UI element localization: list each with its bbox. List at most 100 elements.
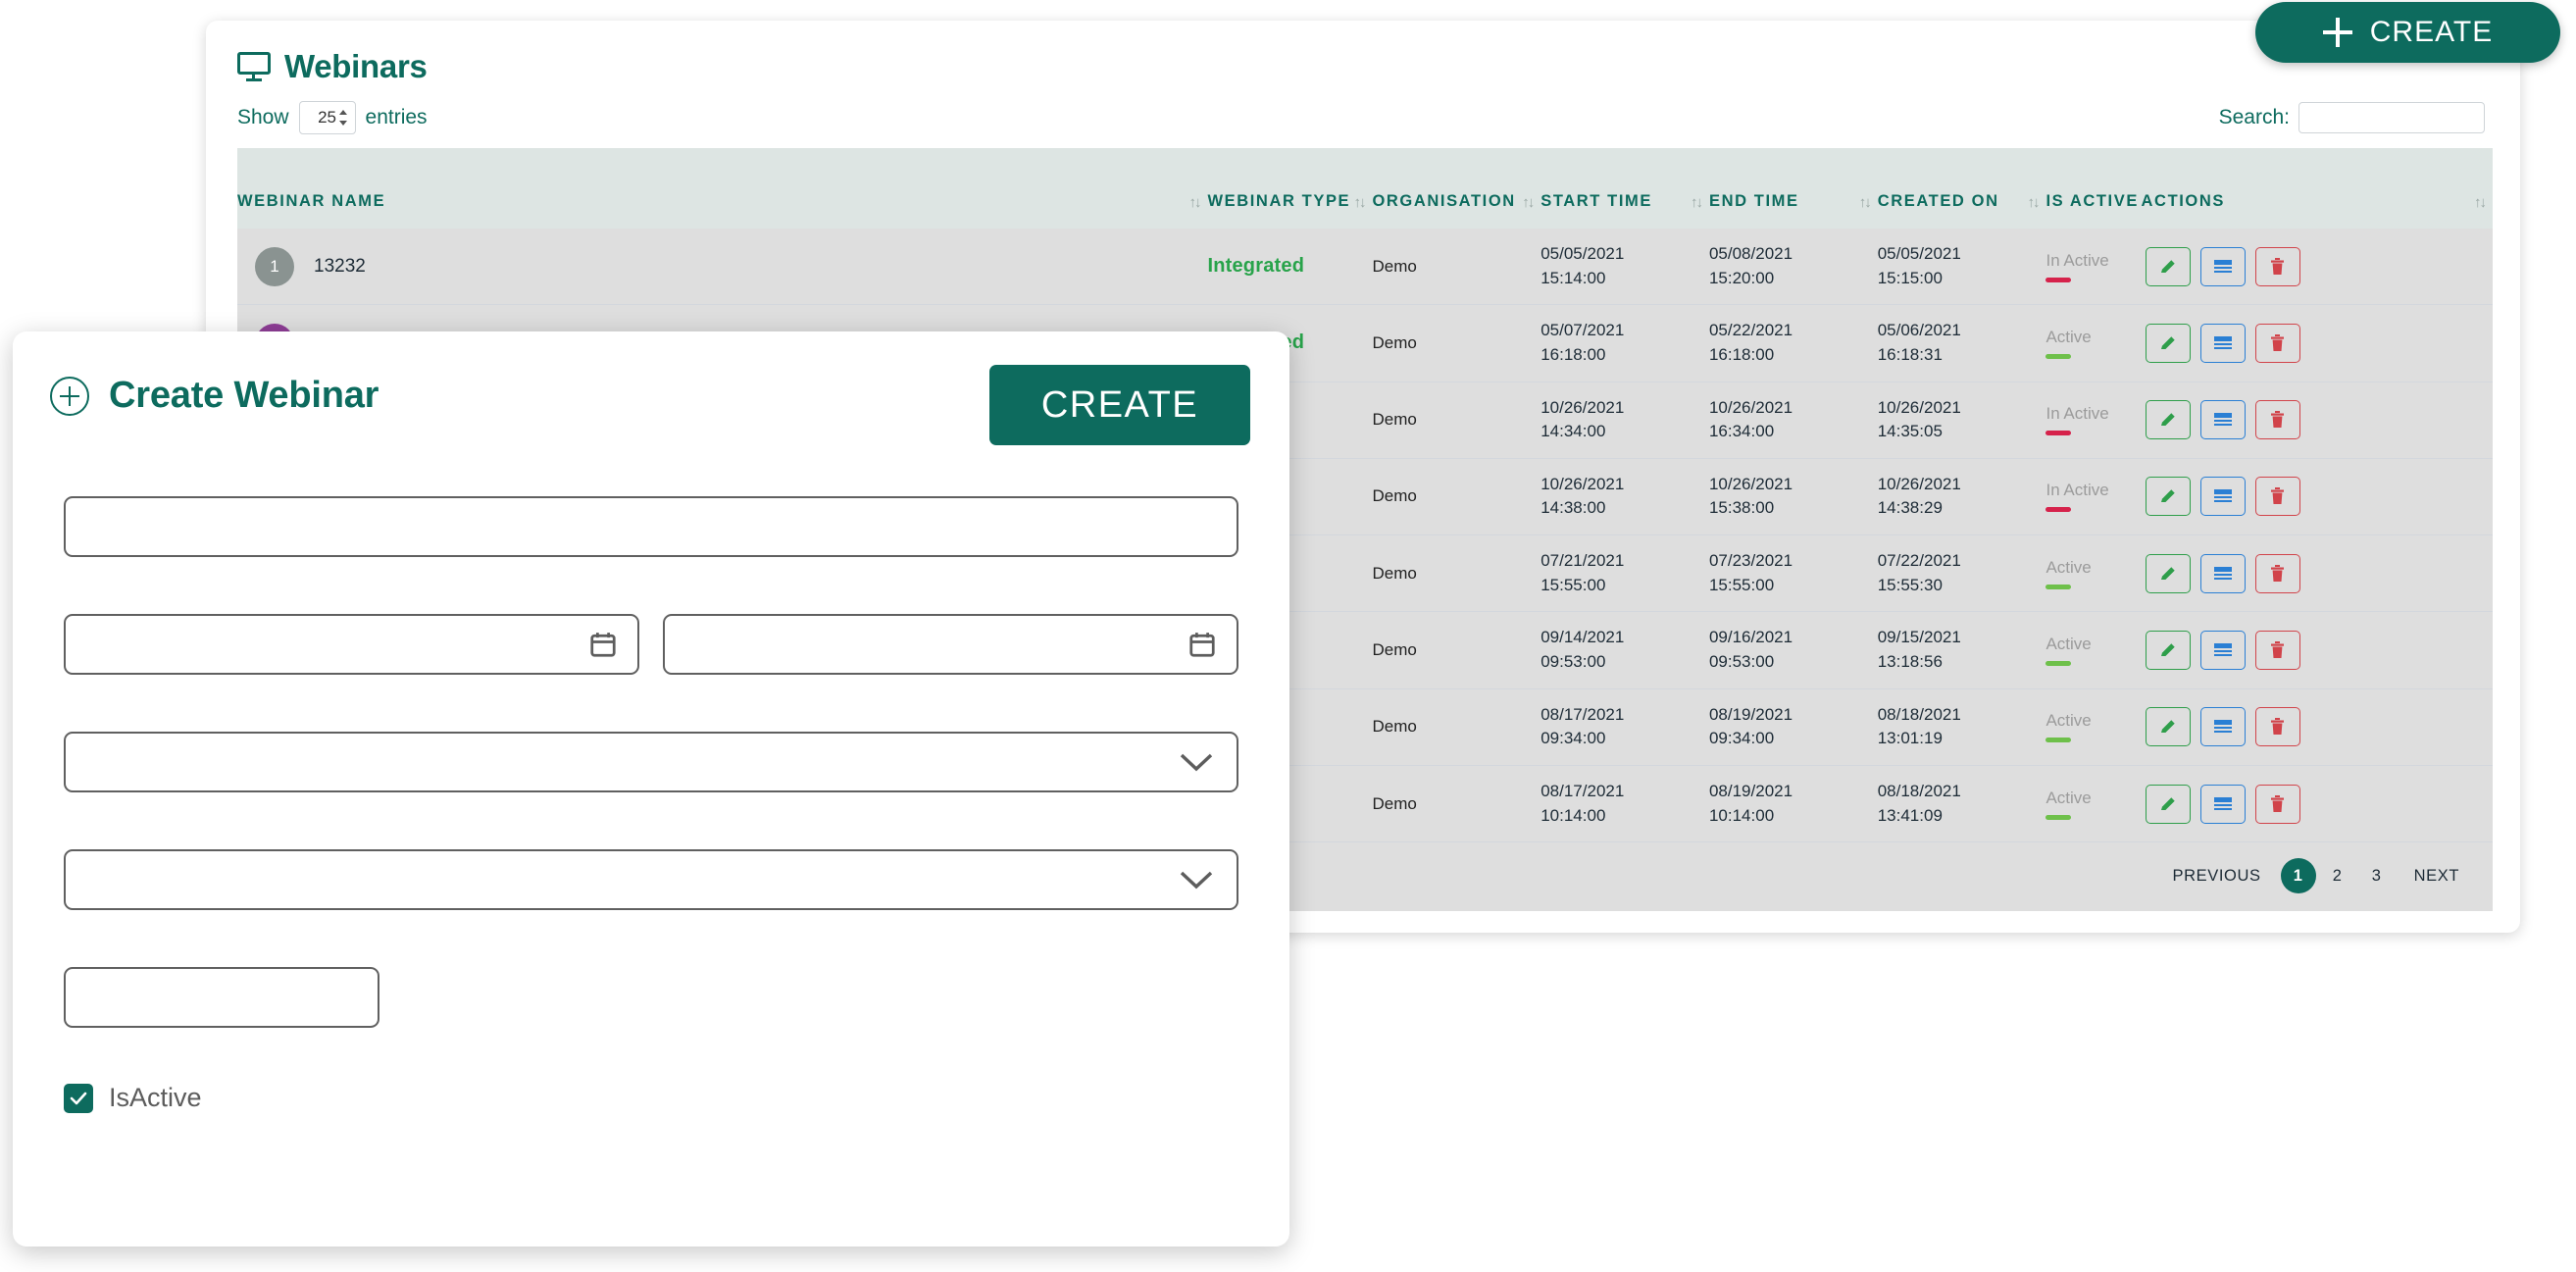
cell-organisation: Demo (1372, 535, 1541, 612)
details-button[interactable] (2200, 477, 2246, 516)
pencil-icon (2158, 486, 2178, 506)
sort-icon[interactable]: ↑↓ (2474, 194, 2485, 211)
entries-value: 25 (318, 108, 336, 127)
cell-start-time: 07/21/202115:55:00 (1541, 535, 1709, 612)
status-badge: Active (2046, 328, 2141, 347)
col-label: CREATED ON (1878, 192, 2046, 211)
sort-icon[interactable]: ↑↓ (1353, 194, 1364, 211)
status-badge: In Active (2046, 404, 2141, 424)
col-actions[interactable]: ACTIONS ↑↓ (2142, 148, 2493, 229)
status-bar (2046, 431, 2071, 435)
isactive-checkbox-row[interactable]: IsActive (64, 1083, 1238, 1113)
isactive-checkbox[interactable] (64, 1084, 93, 1113)
organisation-select-field (64, 849, 1238, 910)
sort-icon[interactable]: ↑↓ (1691, 194, 1701, 211)
edit-button[interactable] (2146, 400, 2191, 439)
start-time-text: 05/05/202115:14:00 (1541, 244, 1624, 287)
search-group: Search: (2219, 102, 2485, 133)
created-on-text: 05/05/202115:15:00 (1878, 244, 1961, 287)
cell-is-active: Active (2046, 612, 2141, 688)
details-button[interactable] (2200, 785, 2246, 824)
pagination-page-3[interactable]: 3 (2359, 858, 2395, 893)
organisation-text: Demo (1372, 640, 1416, 659)
app-root: Webinars Show 25 entries Search: (0, 0, 2576, 1272)
table-row[interactable]: 113232IntegratedDemo05/05/202115:14:0005… (237, 229, 2493, 305)
cell-actions (2142, 458, 2493, 534)
delete-button[interactable] (2255, 554, 2300, 593)
col-end-time[interactable]: END TIME ↑↓ (1709, 148, 1878, 229)
edit-button[interactable] (2146, 324, 2191, 363)
pagination-previous[interactable]: PREVIOUS (2157, 858, 2277, 893)
cell-start-time: 08/17/202110:14:00 (1541, 765, 1709, 841)
create-webinar-modal: Create Webinar CREATE (13, 331, 1289, 1247)
cell-organisation: Demo (1372, 688, 1541, 765)
search-label: Search: (2219, 106, 2290, 129)
delete-button[interactable] (2255, 477, 2300, 516)
details-button[interactable] (2200, 631, 2246, 670)
cell-is-active: Active (2046, 688, 2141, 765)
cell-is-active: Active (2046, 305, 2141, 382)
col-created-on[interactable]: CREATED ON ↑↓ (1878, 148, 2046, 229)
list-icon (2213, 719, 2233, 735)
col-start-time[interactable]: START TIME ↑↓ (1541, 148, 1709, 229)
cell-actions (2142, 382, 2493, 458)
delete-button[interactable] (2255, 247, 2300, 286)
sort-icon[interactable]: ↑↓ (2027, 194, 2038, 211)
modal-title: Create Webinar (109, 375, 379, 417)
delete-button[interactable] (2255, 324, 2300, 363)
cell-start-time: 10/26/202114:34:00 (1541, 382, 1709, 458)
plus-circle-icon (50, 377, 89, 416)
details-button[interactable] (2200, 400, 2246, 439)
modal-body: IsActive (13, 445, 1289, 1113)
start-date-input[interactable] (64, 614, 639, 675)
cell-organisation: Demo (1372, 458, 1541, 534)
webinar-name-input[interactable] (64, 496, 1238, 557)
search-input[interactable] (2298, 102, 2485, 133)
cell-created-on: 10/26/202114:38:29 (1878, 458, 2046, 534)
col-webinar-type[interactable]: WEBINAR TYPE ↑↓ (1207, 148, 1372, 229)
cell-actions (2142, 229, 2493, 305)
entries-select[interactable]: 25 (299, 101, 356, 134)
start-time-text: 10/26/202114:38:00 (1541, 475, 1624, 518)
pagination-next[interactable]: NEXT (2399, 858, 2475, 893)
edit-button[interactable] (2146, 247, 2191, 286)
list-icon (2213, 259, 2233, 275)
col-organisation[interactable]: ORGANISATION ↑↓ (1372, 148, 1541, 229)
edit-button[interactable] (2146, 785, 2191, 824)
modal-create-button[interactable]: CREATE (989, 365, 1250, 445)
create-button[interactable]: CREATE (2255, 2, 2560, 63)
delete-button[interactable] (2255, 400, 2300, 439)
col-webinar-name[interactable]: WEBINAR NAME ↑↓ (237, 148, 1207, 229)
end-time-text: 10/26/202116:34:00 (1709, 398, 1793, 441)
pagination-page-1[interactable]: 1 (2281, 858, 2316, 893)
details-button[interactable] (2200, 324, 2246, 363)
sort-icon[interactable]: ↑↓ (1188, 194, 1199, 211)
pagination-page-2[interactable]: 2 (2320, 858, 2355, 893)
details-button[interactable] (2200, 554, 2246, 593)
edit-button[interactable] (2146, 707, 2191, 746)
details-button[interactable] (2200, 247, 2246, 286)
cell-start-time: 05/05/202115:14:00 (1541, 229, 1709, 305)
edit-button[interactable] (2146, 631, 2191, 670)
organisation-select[interactable] (64, 849, 1238, 910)
stepper-icon (339, 110, 348, 126)
delete-button[interactable] (2255, 785, 2300, 824)
status-bar (2046, 815, 2071, 820)
duration-input[interactable] (64, 967, 379, 1028)
cell-webinar-type: Integrated (1207, 229, 1372, 305)
end-date-input[interactable] (663, 614, 1238, 675)
cell-start-time: 05/07/202116:18:00 (1541, 305, 1709, 382)
edit-button[interactable] (2146, 554, 2191, 593)
isactive-label: IsActive (109, 1083, 202, 1113)
cell-actions (2142, 535, 2493, 612)
details-button[interactable] (2200, 707, 2246, 746)
delete-button[interactable] (2255, 707, 2300, 746)
status-bar (2046, 354, 2071, 359)
sort-icon[interactable]: ↑↓ (1859, 194, 1870, 211)
webinar-type-select[interactable] (64, 732, 1238, 792)
col-label: END TIME (1709, 192, 1878, 211)
sort-icon[interactable]: ↑↓ (1522, 194, 1533, 211)
edit-button[interactable] (2146, 477, 2191, 516)
webinar-name-text: 13232 (314, 256, 366, 278)
delete-button[interactable] (2255, 631, 2300, 670)
